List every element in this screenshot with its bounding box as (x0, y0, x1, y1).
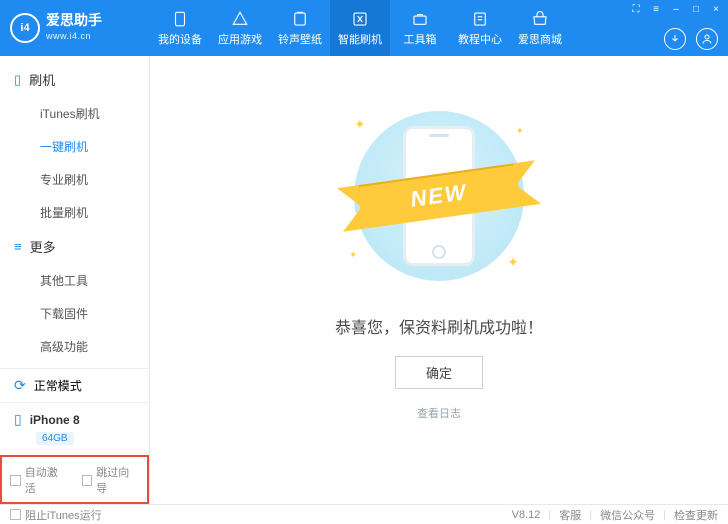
status-bar: 阻止iTunes运行 V8.12 | 客服 | 微信公众号 | 检查更新 (0, 504, 728, 524)
sidebar-item[interactable]: 下载固件 (0, 297, 149, 330)
auto-activate-label: 自动激活 (25, 464, 68, 496)
nav-label: 铃声壁纸 (278, 31, 322, 47)
storage-badge: 64GB (36, 432, 74, 445)
ok-button[interactable]: 确定 (395, 356, 483, 389)
nav-toolbox[interactable]: 工具箱 (390, 0, 450, 56)
brand-name: 爱思助手 (46, 13, 102, 27)
success-illustration: ✦✦✦✦ NEW (324, 106, 554, 286)
brand-logo-icon: i4 (10, 13, 40, 43)
sidebar-item[interactable]: 一键刷机 (0, 130, 149, 163)
app-header: i4 爱思助手 www.i4.cn 我的设备应用游戏铃声壁纸智能刷机 工具箱 教程中… (0, 0, 728, 56)
block-itunes-label: 阻止iTunes运行 (25, 507, 102, 523)
option-row-highlighted: 自动激活 跳过向导 (0, 455, 149, 504)
device-block[interactable]: ▯ iPhone 8 64GB (0, 402, 149, 455)
minimize-button[interactable]: – (670, 4, 682, 15)
device-name: iPhone 8 (30, 413, 80, 427)
group-icon: ▯ (14, 72, 21, 88)
brand: i4 爱思助手 www.i4.cn (0, 13, 150, 43)
block-itunes-checkbox[interactable]: 阻止iTunes运行 (10, 507, 102, 523)
sidebar-group: ▯ 刷机 (0, 62, 149, 97)
nav-label: 我的设备 (158, 31, 202, 47)
nav-store[interactable]: 爱思商城 (510, 0, 570, 56)
nav-label: 教程中心 (458, 31, 502, 47)
sidebar-item[interactable]: 批量刷机 (0, 196, 149, 229)
skip-wizard-label: 跳过向导 (96, 464, 139, 496)
sidebar-group: ≡ 更多 (0, 229, 149, 264)
top-nav: 我的设备应用游戏铃声壁纸智能刷机 工具箱 教程中心爱思商城 (150, 0, 570, 56)
maximize-button[interactable]: □ (690, 4, 702, 15)
menu-icon[interactable]: ≡ (650, 4, 662, 15)
version-label: V8.12 (512, 509, 541, 521)
sidebar-item[interactable]: 高级功能 (0, 330, 149, 363)
nav-device[interactable]: 我的设备 (150, 0, 210, 56)
nav-tutorial[interactable]: 教程中心 (450, 0, 510, 56)
flash-icon (351, 10, 369, 28)
nav-label: 工具箱 (404, 31, 437, 47)
group-icon: ≡ (14, 239, 22, 254)
download-icon[interactable] (664, 28, 686, 50)
user-icon[interactable] (696, 28, 718, 50)
close-button[interactable]: × (710, 4, 722, 15)
brand-url: www.i4.cn (46, 31, 91, 41)
mode-block[interactable]: ⟳ 正常模式 (0, 368, 149, 402)
wechat-link[interactable]: 微信公众号 (600, 507, 655, 523)
ringtone-icon (291, 10, 309, 28)
nav-label: 爱思商城 (518, 31, 562, 47)
sidebar-item[interactable]: 其他工具 (0, 264, 149, 297)
refresh-icon: ⟳ (14, 377, 26, 394)
group-title: 刷机 (29, 70, 55, 89)
mode-label: 正常模式 (34, 377, 82, 394)
phone-icon: ▯ (14, 411, 22, 428)
sidebar-item[interactable]: 专业刷机 (0, 163, 149, 196)
store-icon (531, 10, 549, 28)
tutorial-icon (471, 10, 489, 28)
check-update-link[interactable]: 检查更新 (674, 507, 718, 523)
nav-ringtone[interactable]: 铃声壁纸 (270, 0, 330, 56)
toolbox-icon (411, 10, 429, 28)
nav-apps[interactable]: 应用游戏 (210, 0, 270, 56)
auto-activate-checkbox[interactable]: 自动激活 (10, 464, 68, 496)
support-link[interactable]: 客服 (559, 507, 581, 523)
apps-icon (231, 10, 249, 28)
cart-icon[interactable]: ⛶ (630, 4, 642, 15)
view-log-link[interactable]: 查看日志 (417, 405, 461, 421)
nav-label: 智能刷机 (338, 31, 382, 47)
success-message: 恭喜您，保资料刷机成功啦！ (335, 314, 543, 338)
nav-label: 应用游戏 (218, 31, 262, 47)
main-content: ✦✦✦✦ NEW 恭喜您，保资料刷机成功啦！ 确定 查看日志 (150, 56, 728, 504)
nav-flash[interactable]: 智能刷机 (330, 0, 390, 56)
device-icon (171, 10, 189, 28)
group-title: 更多 (30, 237, 56, 256)
window-controls: ⛶ ≡ – □ × (630, 4, 722, 15)
sidebar: ▯ 刷机 iTunes刷机一键刷机专业刷机批量刷机 ≡ 更多其他工具下载固件高级功能 ⟳… (0, 56, 150, 504)
sidebar-item[interactable]: iTunes刷机 (0, 97, 149, 130)
skip-wizard-checkbox[interactable]: 跳过向导 (82, 464, 140, 496)
